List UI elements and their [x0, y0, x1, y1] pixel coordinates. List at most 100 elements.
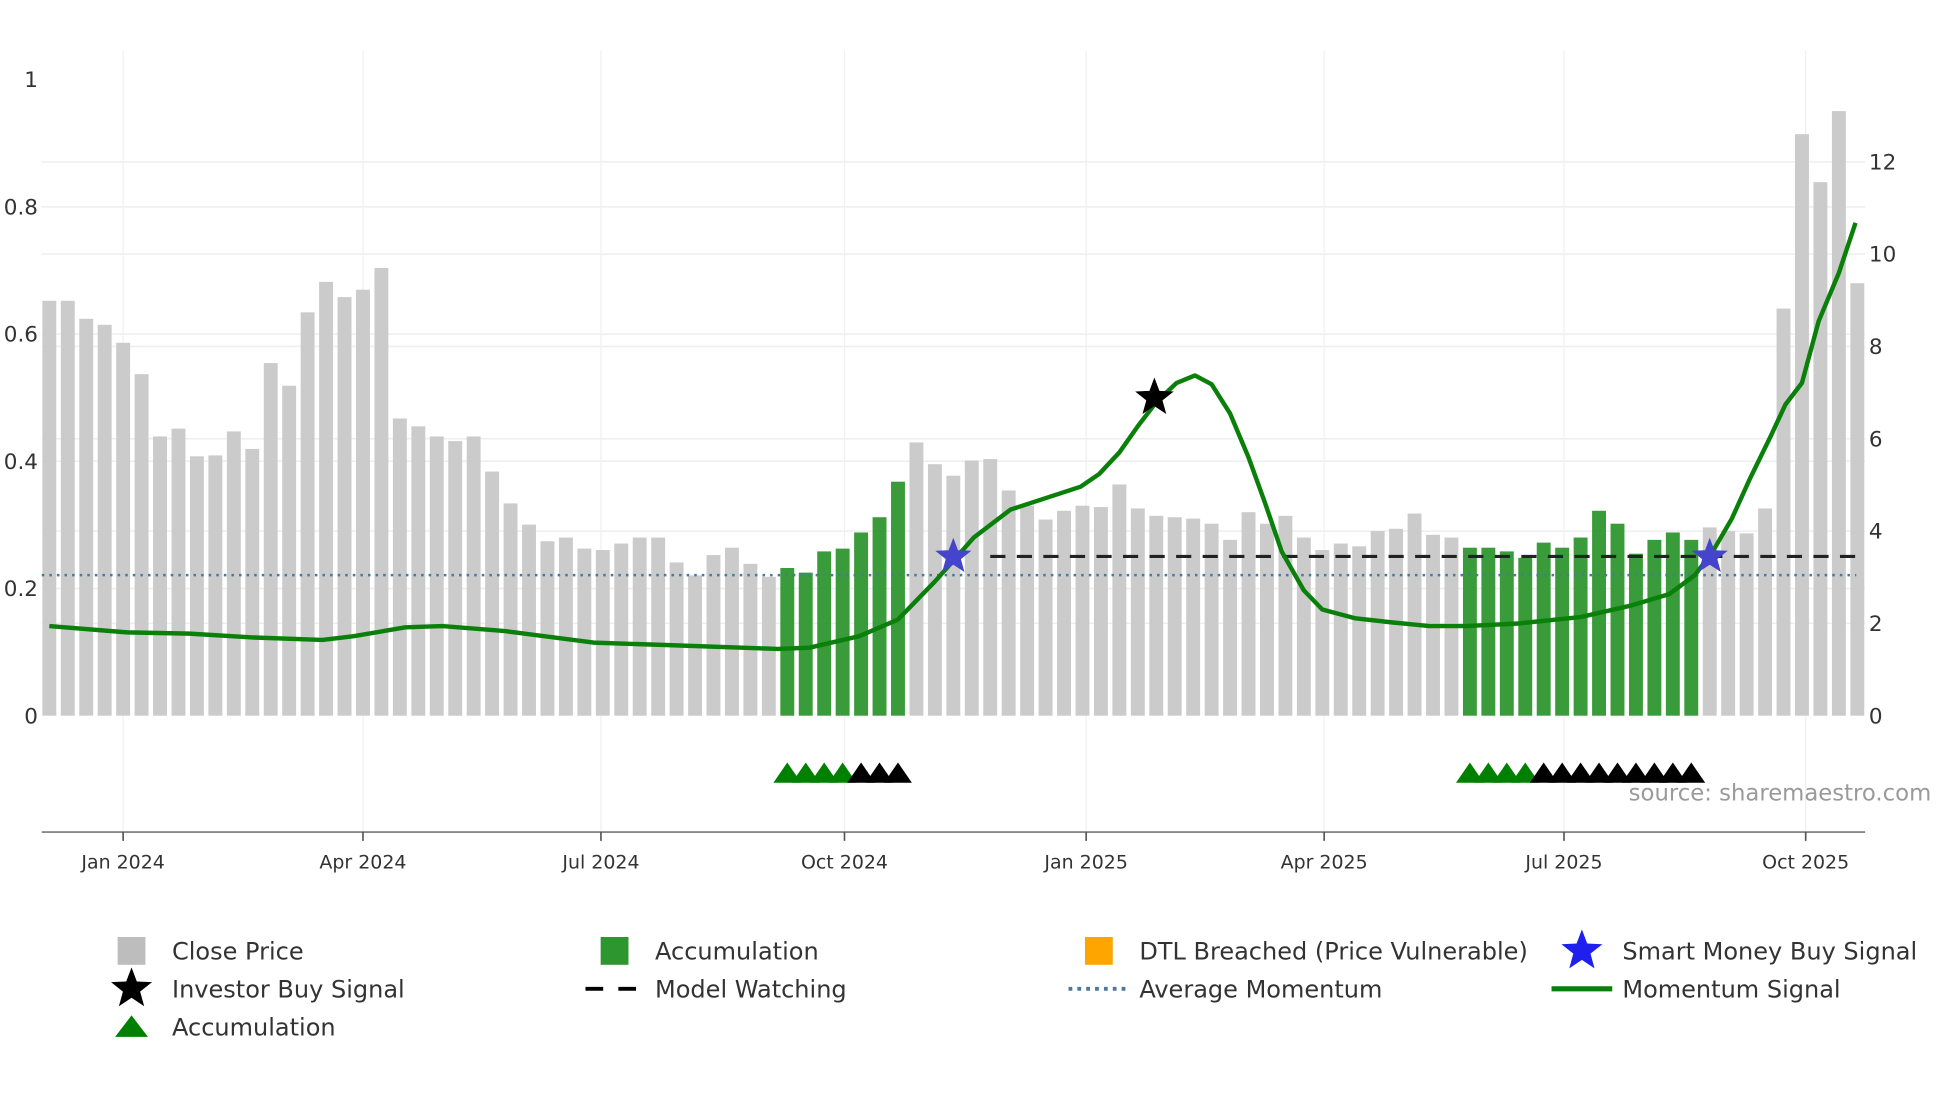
- close-price-bar: [1241, 512, 1256, 716]
- green-square-icon: [600, 936, 629, 965]
- x-tick-label: Jan 2024: [80, 852, 164, 874]
- close-price-bar: [1850, 283, 1865, 716]
- close-price-bar: [577, 548, 592, 716]
- accumulation-bar: [891, 481, 905, 716]
- close-price-bar: [614, 543, 629, 716]
- close-price-bar: [927, 464, 942, 716]
- x-tick-label: Oct 2025: [1762, 852, 1849, 874]
- investor-buy-star: [1135, 377, 1174, 414]
- close-price-bar: [1038, 519, 1053, 716]
- close-price-bar: [1186, 518, 1201, 716]
- accumulation-bar: [1647, 539, 1662, 716]
- x-tick-label: Jan 2025: [1043, 852, 1127, 874]
- grey-square-icon: [117, 936, 146, 965]
- close-price-bar: [946, 475, 961, 716]
- right-tick-label: 8: [1869, 335, 1883, 360]
- x-tick-label: Jul 2024: [561, 852, 639, 874]
- close-price-bar: [392, 418, 407, 716]
- close-price-bar: [42, 300, 57, 716]
- right-tick-label: 10: [1869, 243, 1896, 268]
- legend-label: DTL Breached (Price Vulnerable): [1139, 938, 1528, 966]
- close-price-bar: [724, 547, 739, 716]
- close-price-bar: [1739, 533, 1754, 716]
- black-star-icon: [111, 967, 153, 1007]
- close-price-bar: [319, 281, 334, 716]
- close-price-bar: [1260, 523, 1274, 716]
- close-price-bar: [282, 385, 297, 716]
- accumulation-bar: [854, 532, 869, 716]
- close-price-bar: [669, 562, 684, 716]
- close-price-bar: [964, 460, 979, 716]
- accumulation-bar: [1462, 547, 1477, 716]
- accumulation-bar: [835, 548, 850, 716]
- right-tick-label: 2: [1869, 612, 1883, 637]
- close-price-bar: [374, 268, 389, 716]
- close-price-bar: [909, 442, 924, 716]
- legend-label: Investor Buy Signal: [172, 976, 405, 1004]
- right-tick-label: 12: [1869, 150, 1896, 175]
- source-label: source: sharemaestro.com: [1629, 780, 1932, 806]
- close-price-bar: [208, 455, 223, 716]
- legend-label: Momentum Signal: [1622, 976, 1840, 1004]
- accumulation-bar: [1536, 542, 1551, 716]
- accumulation-bar: [1684, 539, 1699, 716]
- left-tick-label: 0.4: [4, 450, 38, 475]
- close-price-bar: [300, 312, 315, 716]
- close-price-bar: [189, 456, 204, 716]
- green-triangle-icon: [115, 1015, 148, 1037]
- close-price-bar: [97, 324, 112, 716]
- close-price-bar: [1149, 515, 1164, 716]
- accumulation-bar: [1555, 547, 1570, 716]
- close-price-bar: [1001, 490, 1016, 716]
- accumulation-bar: [1573, 537, 1588, 716]
- close-price-bar: [245, 448, 260, 716]
- x-tick-label: Jul 2025: [1524, 852, 1602, 874]
- accumulation-bar: [798, 572, 813, 716]
- close-price-bar: [226, 431, 241, 716]
- close-price-bar: [743, 563, 758, 716]
- close-price-bar: [448, 441, 463, 716]
- close-price-bar: [485, 471, 500, 716]
- close-price-bar: [60, 300, 75, 716]
- close-price-bar: [522, 524, 536, 716]
- legend-label: Close Price: [172, 938, 304, 966]
- close-price-bar: [1130, 508, 1145, 716]
- price-bars: [42, 111, 1865, 716]
- accumulation-bar: [1481, 547, 1496, 716]
- x-tick-label: Apr 2025: [1281, 852, 1368, 874]
- legend-label: Accumulation: [655, 938, 819, 966]
- left-tick-label: 0.2: [4, 577, 38, 602]
- x-tick-label: Apr 2024: [319, 852, 406, 874]
- left-tick-label: 0: [24, 704, 38, 729]
- close-price-bar: [632, 537, 647, 716]
- left-tick-label: 1: [24, 68, 38, 93]
- legend-label: Average Momentum: [1139, 976, 1382, 1004]
- close-price-bar: [1795, 134, 1809, 716]
- close-price-bar: [503, 503, 518, 716]
- blue-star-icon: [1561, 929, 1603, 969]
- close-price-bar: [1204, 523, 1219, 716]
- right-tick-label: 6: [1869, 427, 1883, 452]
- close-price-bar: [1333, 543, 1348, 716]
- close-price-bar: [706, 555, 721, 716]
- close-price-bar: [337, 297, 352, 716]
- close-price-bar: [79, 318, 94, 716]
- close-price-bar: [1758, 508, 1773, 716]
- orange-square-icon: [1084, 936, 1113, 965]
- close-price-bar: [1167, 517, 1182, 716]
- close-price-bar: [1776, 308, 1791, 716]
- momentum-chart: Jan 2024 Apr 2024 Jul 2024 Oct 2024 Jan 2025…: [4, 50, 1932, 1042]
- legend-label: Smart Money Buy Signal: [1622, 938, 1917, 966]
- legend-label: Accumulation: [172, 1014, 336, 1042]
- close-price-bar: [651, 537, 666, 716]
- close-price-bar: [1407, 513, 1422, 716]
- close-price-bar: [1057, 510, 1071, 716]
- close-price-bar: [1223, 539, 1238, 716]
- legend: Close Price Accumulation DTL Breached (Pri…: [111, 929, 1917, 1042]
- close-price-bar: [116, 342, 131, 716]
- close-price-bar: [411, 426, 426, 716]
- left-tick-label: 0.8: [4, 195, 38, 220]
- close-price-bar: [1721, 531, 1736, 716]
- close-price-bar: [356, 289, 370, 716]
- accumulation-bar: [1518, 557, 1533, 716]
